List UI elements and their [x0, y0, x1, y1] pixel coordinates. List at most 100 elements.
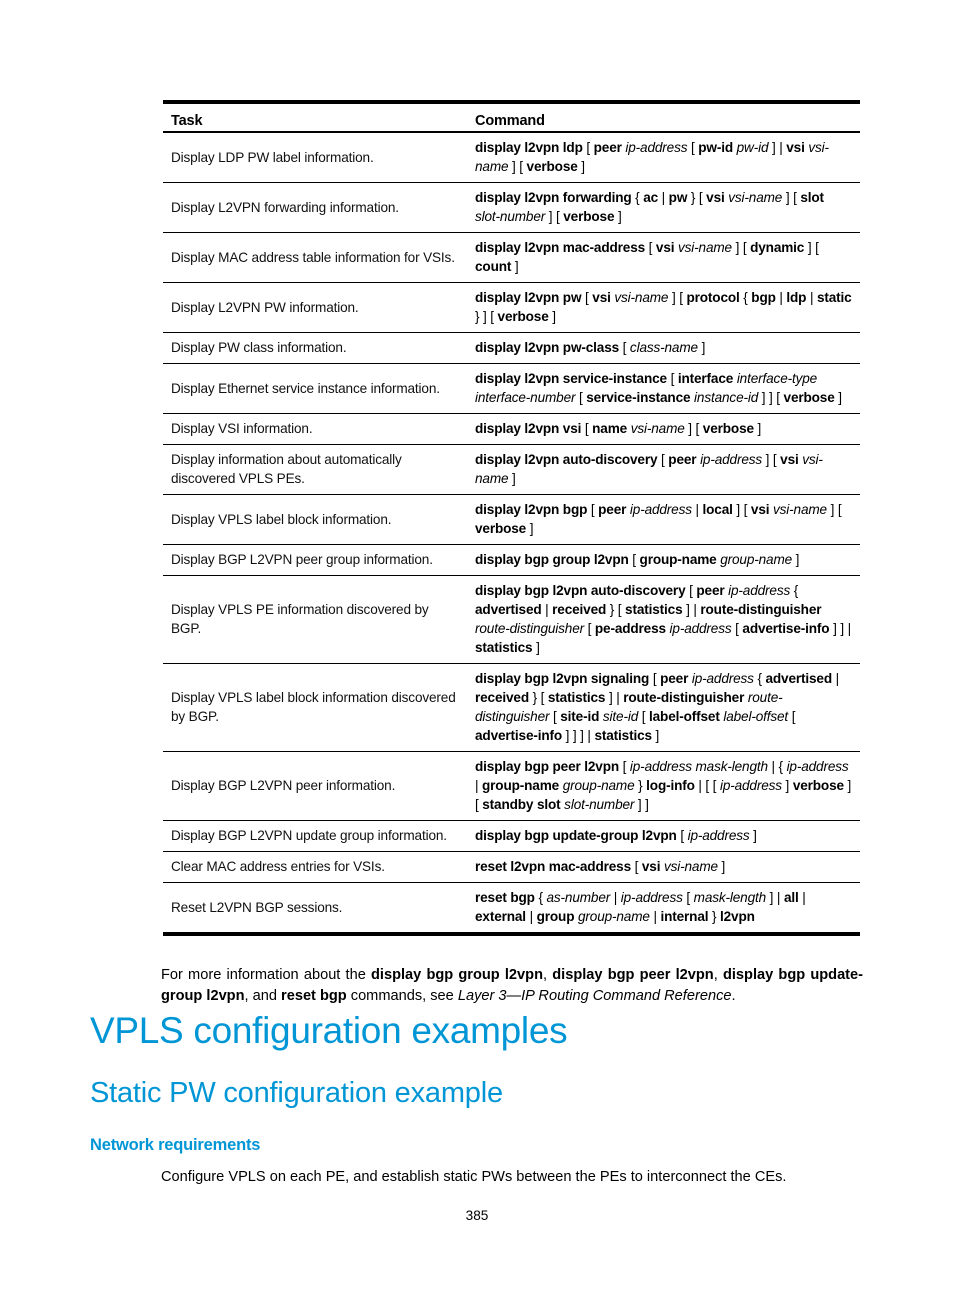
syntax-text: ] [: [684, 421, 703, 436]
keyword: display l2vpn mac-address: [475, 240, 646, 255]
syntax-text: |: [525, 909, 537, 924]
task-cell: Display VPLS PE information discovered b…: [163, 575, 467, 664]
syntax-text: ] |: [766, 890, 784, 905]
command-cell: reset bgp { as-number | ip-address [ mas…: [467, 883, 860, 935]
keyword: verbose: [702, 421, 754, 436]
keyword: peer: [668, 452, 697, 467]
syntax-text: ] [: [732, 502, 751, 517]
argument: class-name: [629, 340, 698, 355]
argument: vsi-name: [614, 290, 669, 305]
syntax-text: [: [587, 502, 599, 517]
keyword: verbose: [783, 390, 835, 405]
section-heading: VPLS configuration examples: [90, 1010, 568, 1051]
command-cell: display l2vpn bgp [ peer ip-address | lo…: [467, 494, 860, 545]
header-command: Command: [467, 102, 860, 133]
argument: ip-address: [669, 621, 732, 636]
syntax-text: [: [619, 340, 630, 355]
keyword: vsi: [786, 140, 805, 155]
table-body: Display LDP PW label information. display…: [163, 132, 860, 934]
task-cell: Display BGP L2VPN peer group information…: [163, 544, 467, 576]
task-cell: Display MAC address table information fo…: [163, 232, 467, 283]
syntax-text: } [: [687, 190, 707, 205]
table-header-row: Task Command: [163, 102, 860, 133]
subsubsection-heading: Network requirements: [90, 1136, 261, 1154]
table-row: Display L2VPN PW information. display l2v…: [163, 282, 860, 333]
command-cell: display l2vpn service-instance [ interfa…: [467, 363, 860, 414]
argument: slot-number: [564, 797, 635, 812]
keyword: display l2vpn service-instance: [475, 371, 667, 386]
task-cell: Display VPLS label block information.: [163, 494, 467, 545]
keyword: display bgp update-group l2vpn: [475, 828, 677, 843]
table-row: Display Ethernet service instance inform…: [163, 363, 860, 414]
keyword: vsi: [706, 190, 725, 205]
task-cell: Display BGP L2VPN update group informati…: [163, 820, 467, 852]
keyword: l2vpn: [720, 909, 755, 924]
keyword: peer: [660, 671, 689, 686]
table-row: Display BGP L2VPN peer group information…: [163, 544, 860, 576]
task-cell: Display Ethernet service instance inform…: [163, 363, 467, 414]
keyword: peer: [598, 502, 627, 517]
table-row: Display LDP PW label information. display…: [163, 132, 860, 183]
syntax-text: ]: [548, 309, 556, 324]
task-cell: Display L2VPN forwarding information.: [163, 182, 467, 233]
keyword: pe-address: [594, 621, 666, 636]
keyword: route-distinguisher: [700, 602, 822, 617]
syntax-text: |: [475, 778, 483, 793]
table-row: Display VPLS label block information dis…: [163, 663, 860, 752]
syntax-text: ] [: [545, 209, 564, 224]
command-cell: display l2vpn mac-address [ vsi vsi-name…: [467, 232, 860, 283]
syntax-text: ] |: [768, 140, 787, 155]
syntax-text: ] [: [508, 159, 527, 174]
syntax-text: ] [: [762, 452, 781, 467]
keyword: peer: [593, 140, 622, 155]
keyword: display bgp group l2vpn: [475, 552, 629, 567]
syntax-text: |: [691, 502, 703, 517]
keyword: display bgp l2vpn auto-discovery: [475, 583, 686, 598]
syntax-text: ]: [577, 159, 585, 174]
argument: vsi-name: [728, 190, 783, 205]
argument: Layer 3—IP Routing Command Reference: [457, 988, 732, 1005]
table-row: Display information about automatically …: [163, 444, 860, 495]
page-number: 385: [465, 1208, 489, 1223]
command-cell: display l2vpn vsi [ name vsi-name ] [ ve…: [467, 413, 860, 445]
task-cell: Display VSI information.: [163, 413, 467, 445]
task-cell: Clear MAC address entries for VSIs.: [163, 851, 467, 883]
keyword: interface: [677, 371, 734, 386]
keyword: advertised: [765, 671, 832, 686]
syntax-text: [: [676, 828, 688, 843]
keyword: vsi: [750, 502, 770, 517]
syntax-text: [: [666, 371, 678, 386]
task-cell: Reset L2VPN BGP sessions.: [171, 899, 343, 915]
keyword: protocol: [686, 290, 740, 305]
argument: group-name: [720, 552, 793, 567]
syntax-text: {: [753, 671, 766, 686]
syntax-text: |: [658, 190, 669, 205]
argument: instance-id: [694, 390, 759, 405]
syntax-text: [: [649, 671, 661, 686]
keyword: display l2vpn vsi: [475, 421, 582, 436]
syntax-text: [: [549, 709, 561, 724]
argument: ip-address: [625, 140, 688, 155]
argument: ip-address: [620, 890, 683, 905]
keyword: received: [475, 690, 529, 705]
syntax-text: [: [788, 709, 796, 724]
syntax-text: commands, see: [346, 988, 458, 1005]
argument: ip-address: [687, 828, 750, 843]
keyword: display bgp peer l2vpn: [475, 759, 620, 774]
command-table: Task Command Display LDP PW label inform…: [163, 100, 860, 936]
keyword: group: [536, 909, 575, 924]
keyword: received: [552, 602, 607, 617]
argument: group-name: [562, 778, 635, 793]
syntax-text: ]: [651, 728, 660, 743]
syntax-text: ] [: [731, 240, 751, 255]
command-cell: display l2vpn forwarding { ac | pw } [ v…: [467, 182, 860, 233]
keyword: reset bgp: [281, 988, 347, 1005]
keyword: group-name: [482, 778, 560, 793]
keyword: ac: [643, 190, 659, 205]
syntax-text: ]: [508, 471, 516, 486]
syntax-text: [: [575, 390, 587, 405]
keyword: statistics: [475, 640, 533, 655]
keyword: display bgp l2vpn signaling: [475, 671, 650, 686]
syntax-text: ]: [532, 640, 540, 655]
syntax-text: }: [634, 778, 647, 793]
